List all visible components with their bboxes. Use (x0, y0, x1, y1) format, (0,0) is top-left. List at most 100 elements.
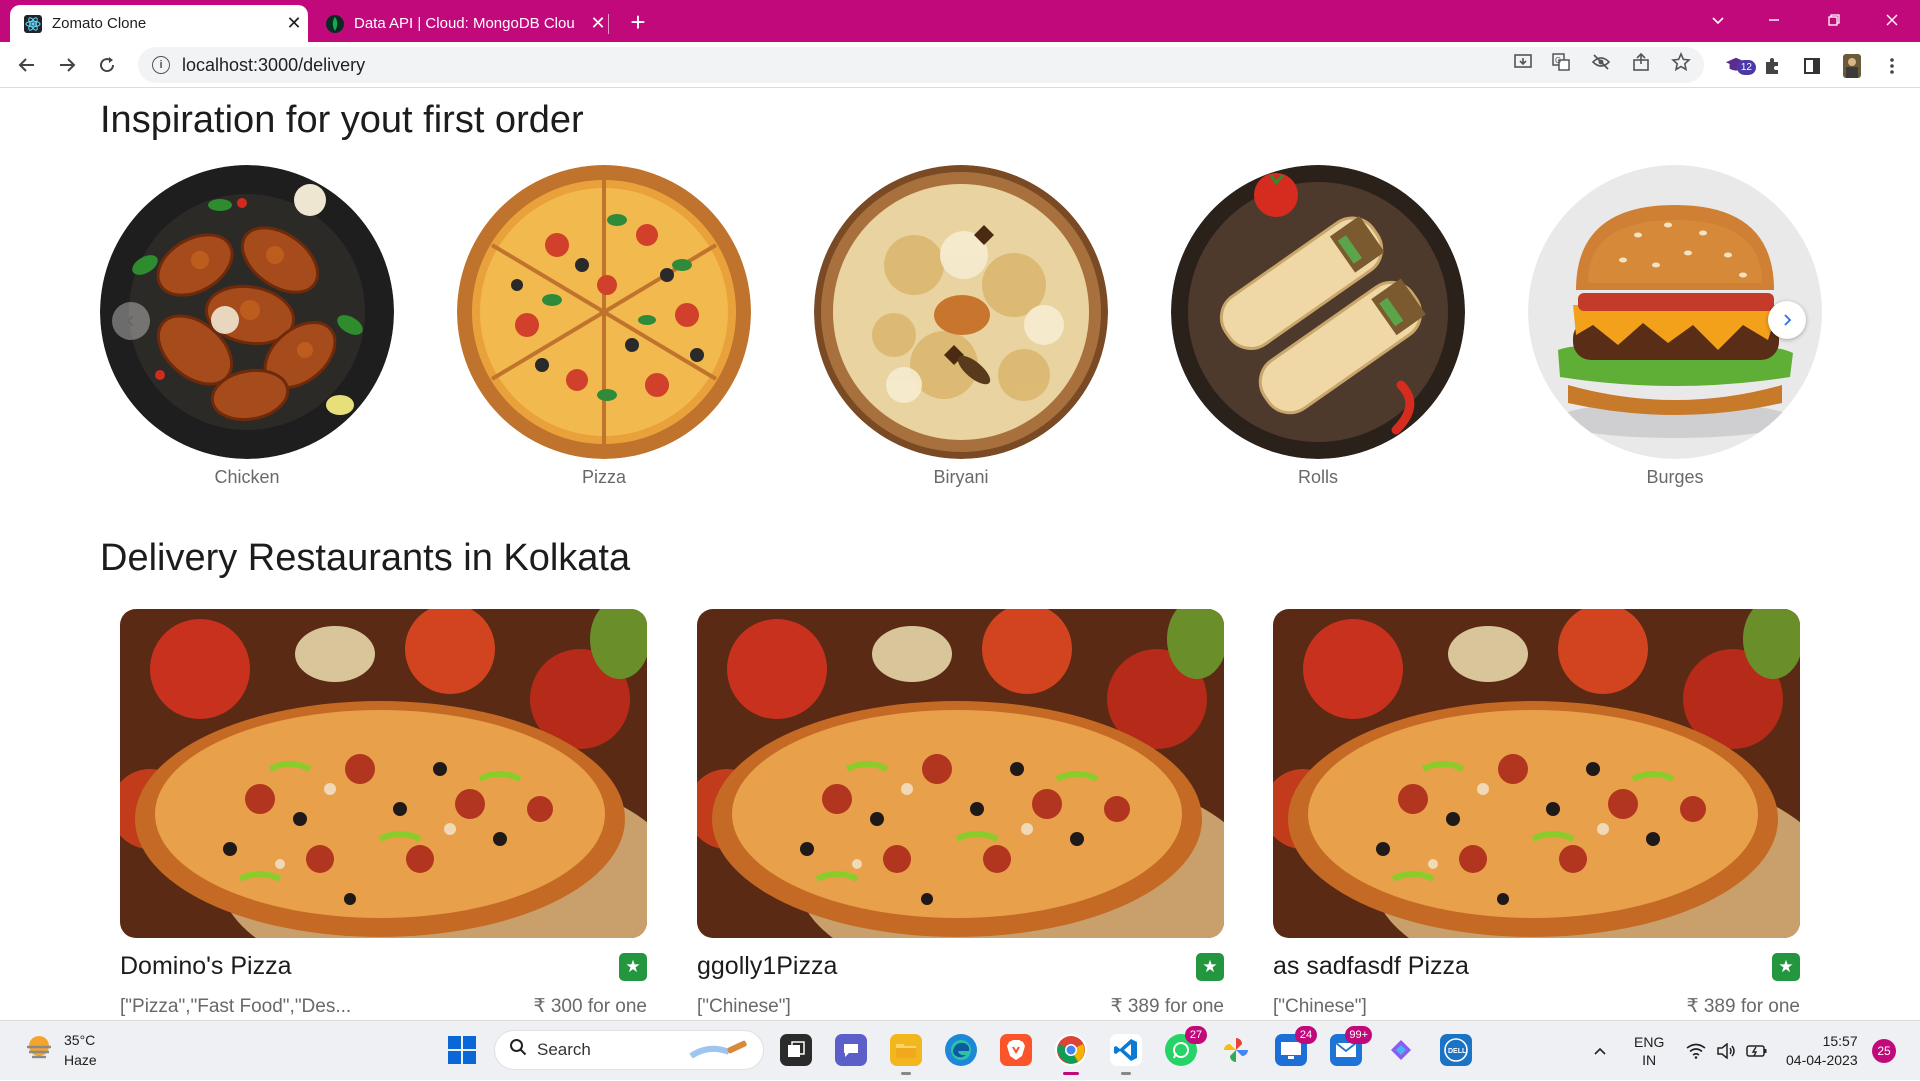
restaurant-price: ₹ 300 for one (533, 996, 648, 1017)
translate-icon[interactable]: G (1550, 51, 1572, 73)
battery-icon[interactable] (1746, 1021, 1768, 1081)
language-code: ENG (1634, 1034, 1665, 1050)
browser-titlebar: Zomato Clone ✕ Data API | Cloud: MongoDB… (0, 0, 1920, 42)
share-icon[interactable] (1630, 51, 1652, 73)
extension-badge: 12 (1736, 60, 1756, 75)
tab-title: Zomato Clone (52, 15, 147, 32)
restaurant-image (697, 609, 1224, 938)
notification-center[interactable]: 25 (1872, 1021, 1896, 1081)
category-rolls[interactable]: Rolls (1171, 165, 1465, 488)
weather-description[interactable]: Haze (64, 1052, 97, 1068)
notification-count-badge: 25 (1872, 1039, 1896, 1063)
tab-zomato-clone[interactable]: Zomato Clone ✕ (10, 5, 308, 42)
copilot-icon[interactable] (1385, 1034, 1417, 1066)
brave-browser-icon[interactable] (1000, 1034, 1032, 1066)
teams-chat-icon[interactable] (835, 1034, 867, 1066)
biryani-image (814, 165, 1108, 459)
rating-star-icon: ★ (619, 952, 647, 981)
show-hidden-icons-chevron-icon[interactable] (1592, 1021, 1608, 1081)
clock[interactable]: 15:57 04-04-2023 (1786, 1021, 1858, 1081)
carousel-next-button[interactable] (1768, 301, 1806, 339)
chrome-browser-icon[interactable] (1055, 1034, 1087, 1075)
region-code: IN (1642, 1052, 1657, 1068)
url-text[interactable]: localhost:3000/delivery (182, 55, 365, 76)
restaurant-image (120, 609, 647, 938)
edge-browser-icon[interactable] (945, 1034, 977, 1066)
mongodb-leaf-icon (326, 14, 344, 33)
windows-start-icon[interactable] (447, 1035, 477, 1065)
clock-time: 15:57 (1822, 1033, 1858, 1049)
back-arrow-icon[interactable] (12, 50, 42, 80)
dell-icon[interactable]: DELL (1440, 1034, 1472, 1066)
running-indicator (901, 1072, 911, 1075)
restaurant-price: ₹ 389 for one (1686, 996, 1801, 1017)
delivery-restaurants-heading: Delivery Restaurants in Kolkata (100, 537, 631, 579)
react-icon (24, 14, 42, 33)
vscode-icon[interactable] (1110, 1034, 1142, 1075)
wifi-icon[interactable] (1686, 1021, 1706, 1081)
reload-icon[interactable] (92, 50, 122, 80)
restaurant-name: as sadfasdf Pizza (1273, 952, 1469, 980)
taskbar: 35°C Haze Search 27 24 99+ DELL ENG IN 1… (0, 1020, 1920, 1080)
profile-avatar-icon[interactable] (1840, 54, 1864, 78)
address-bar[interactable]: i localhost:3000/delivery (138, 47, 1704, 83)
mail-icon[interactable]: 99+ (1330, 1026, 1372, 1066)
restaurant-cuisines: ["Pizza","Fast Food","Des... (120, 995, 352, 1017)
restaurant-cuisines: ["Chinese"] (1273, 995, 1367, 1017)
taskbar-search[interactable]: Search (494, 1030, 764, 1070)
close-tab-icon[interactable]: ✕ (280, 13, 308, 34)
install-app-icon[interactable] (1512, 51, 1534, 73)
close-window-icon[interactable] (1864, 0, 1920, 40)
carousel-prev-button[interactable] (112, 302, 150, 340)
restaurant-cuisines: ["Chinese"] (697, 995, 791, 1017)
running-indicator (1121, 1072, 1131, 1075)
remote-desktop-icon[interactable]: 24 (1275, 1026, 1317, 1066)
volume-icon[interactable] (1716, 1021, 1736, 1081)
rating-star-icon: ★ (1772, 952, 1800, 981)
category-label: Rolls (1297, 467, 1338, 487)
restaurant-card[interactable]: as sadfasdf Pizza ★ ["Chinese"] ₹ 389 fo… (1273, 609, 1800, 1018)
more-menu-icon[interactable] (1880, 54, 1904, 78)
site-info-icon[interactable]: i (152, 56, 170, 74)
restaurant-card[interactable]: Domino's Pizza ★ ["Pizza","Fast Food","D… (120, 609, 647, 1018)
svg-text:DELL: DELL (1448, 1048, 1467, 1055)
whatsapp-icon[interactable]: 27 (1165, 1026, 1207, 1066)
restaurant-image (1273, 609, 1800, 938)
minimize-icon[interactable] (1746, 0, 1802, 40)
clock-date: 04-04-2023 (1786, 1052, 1858, 1068)
pizza-image (457, 165, 751, 459)
bookmark-star-icon[interactable] (1670, 51, 1692, 73)
eye-off-icon[interactable] (1590, 51, 1612, 73)
inspiration-heading: Inspiration for yout first order (100, 99, 584, 141)
weather-haze-icon[interactable] (24, 1033, 54, 1063)
file-explorer-icon[interactable] (890, 1034, 922, 1075)
delivery-page: Inspiration for yout first order Chicken… (0, 89, 1920, 1019)
rating-star-icon: ★ (1196, 952, 1224, 981)
svg-text:G: G (1555, 56, 1561, 65)
graduation-cap-extension-icon[interactable]: 12 (1724, 54, 1756, 78)
search-label: Search (537, 1040, 591, 1059)
category-label: Biryani (933, 467, 989, 487)
category-biryani[interactable]: Biryani (814, 165, 1108, 488)
language-indicator[interactable]: ENG IN (1634, 1021, 1664, 1081)
search-highlight-paintbrush-icon (689, 1040, 749, 1067)
rolls-image (1171, 165, 1465, 459)
tab-title: Data API | Cloud: MongoDB Clou (354, 15, 575, 32)
mail-badge: 99+ (1345, 1026, 1372, 1044)
teams-badge: 24 (1295, 1026, 1317, 1044)
weather-temperature[interactable]: 35°C (64, 1032, 95, 1048)
side-panel-icon[interactable] (1800, 54, 1824, 78)
google-photos-pinwheel-icon[interactable] (1220, 1034, 1252, 1066)
restore-icon[interactable] (1806, 0, 1862, 40)
tab-search-chevron-icon[interactable] (1690, 0, 1746, 40)
new-tab-button[interactable]: + (622, 6, 654, 38)
tab-mongodb[interactable]: Data API | Cloud: MongoDB Clou ✕ (312, 5, 612, 42)
restaurant-name: Domino's Pizza (120, 952, 292, 980)
active-app-indicator (1063, 1072, 1079, 1075)
restaurant-card[interactable]: ggolly1Pizza ★ ["Chinese"] ₹ 389 for one (697, 609, 1224, 1018)
category-pizza[interactable]: Pizza (457, 165, 751, 488)
task-view-icon[interactable] (780, 1034, 812, 1066)
forward-arrow-icon[interactable] (52, 50, 82, 80)
extensions-puzzle-icon[interactable] (1760, 54, 1784, 78)
category-label: Chicken (214, 467, 280, 487)
